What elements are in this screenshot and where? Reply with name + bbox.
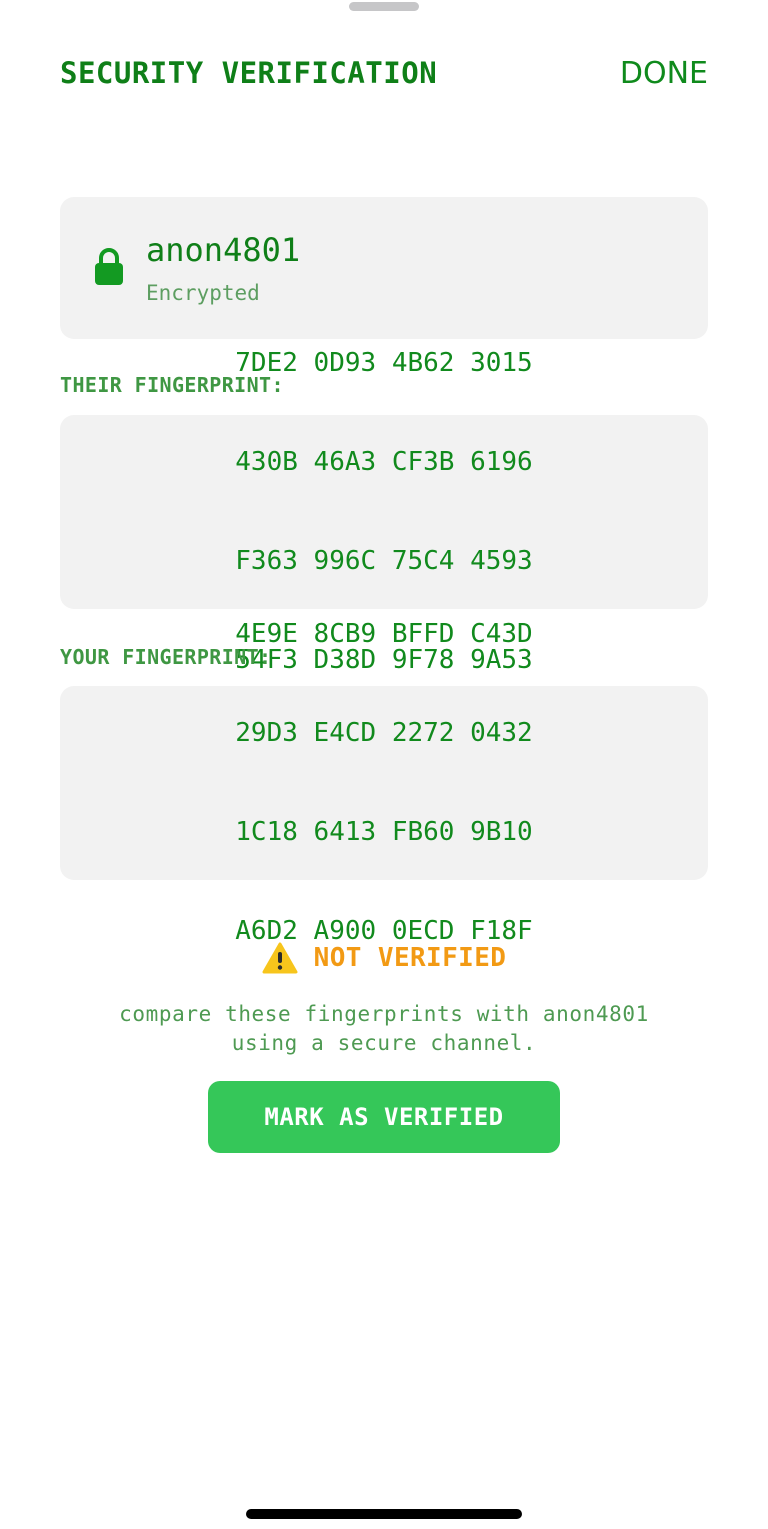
fingerprint-line: 29D3 E4CD 2272 0432 [235, 718, 533, 748]
done-button[interactable]: DONE [620, 56, 708, 91]
fingerprint-line: 7DE2 0D93 4B62 3015 [235, 348, 533, 378]
your-fingerprint-card: 4E9E 8CB9 BFFD C43D 29D3 E4CD 2272 0432 … [60, 619, 708, 946]
mark-as-verified-button[interactable]: MARK AS VERIFIED [208, 1081, 560, 1153]
instructions-line: using a secure channel. [231, 1031, 537, 1055]
verification-status: NOT VERIFIED [0, 942, 768, 974]
home-indicator[interactable] [246, 1509, 522, 1519]
page-title: SECURITY VERIFICATION [60, 56, 438, 90]
verification-status-text: NOT VERIFIED [313, 943, 507, 973]
verification-instructions: compare these fingerprints with anon4801… [0, 1000, 768, 1058]
instructions-line: compare these fingerprints with anon4801 [119, 1002, 649, 1026]
lock-icon [95, 248, 123, 285]
warning-icon [262, 942, 298, 974]
sheet-grabber[interactable] [349, 2, 419, 11]
contact-name: anon4801 [146, 231, 301, 269]
fingerprint-line: 1C18 6413 FB60 9B10 [235, 817, 533, 847]
fingerprint-line: 4E9E 8CB9 BFFD C43D [235, 619, 533, 649]
fingerprint-line: 430B 46A3 CF3B 6196 [235, 447, 533, 477]
